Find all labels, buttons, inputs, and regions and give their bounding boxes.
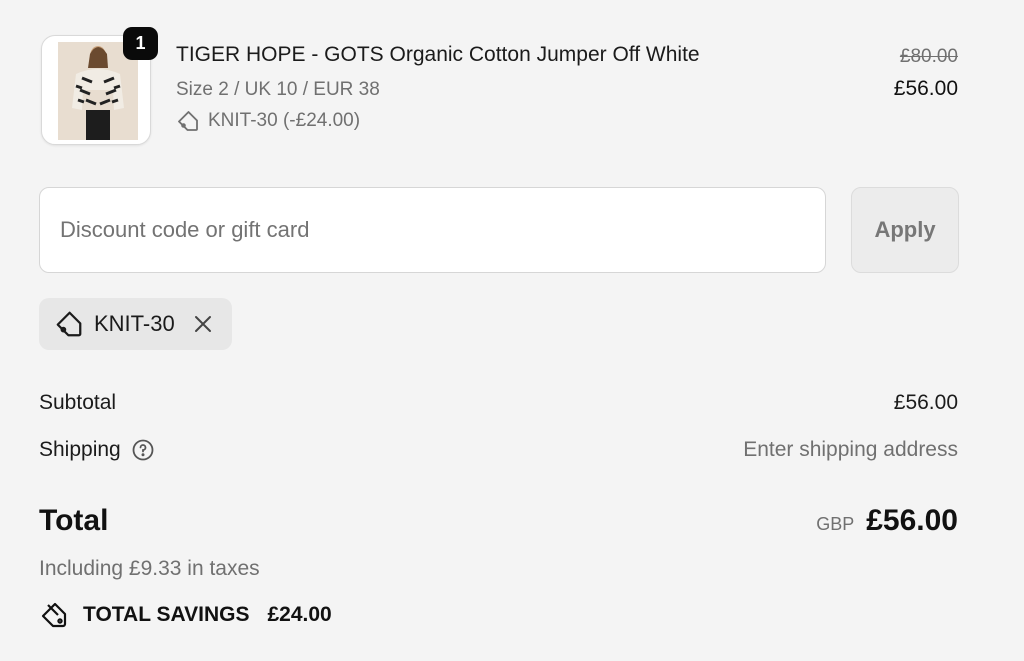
applied-code-label: KNIT-30 [94, 311, 175, 336]
total-label: Total [39, 504, 109, 537]
shipping-value: Enter shipping address [743, 438, 958, 461]
total-savings: TOTAL SAVINGS £24.00 [39, 600, 332, 630]
quantity-badge: 1 [123, 27, 158, 60]
discount-code-input[interactable] [39, 187, 826, 273]
tag-icon [178, 111, 198, 131]
help-circle-icon[interactable] [131, 438, 155, 462]
shipping-label-text: Shipping [39, 438, 121, 461]
applied-code-chip: KNIT-30 [39, 298, 232, 350]
product-discount: KNIT-30 (-£24.00) [176, 109, 360, 133]
apply-button[interactable]: Apply [851, 187, 959, 273]
savings-value: £24.00 [267, 603, 332, 626]
price-final: £56.00 [893, 77, 958, 100]
product-title: TIGER HOPE - GOTS Organic Cotton Jumper … [176, 43, 700, 66]
total-value: £56.00 [866, 504, 958, 537]
currency-code: GBP [816, 514, 855, 534]
product-variant: Size 2 / UK 10 / EUR 38 [176, 79, 380, 100]
close-icon[interactable] [191, 312, 215, 336]
shipping-label: Shipping [39, 438, 155, 462]
subtotal-label: Subtotal [39, 391, 117, 414]
savings-label: TOTAL SAVINGS [83, 603, 250, 626]
tag-icon [56, 311, 82, 337]
product-discount-label: KNIT-30 (-£24.00) [208, 110, 361, 131]
total-amount: GBP £56.00 [816, 504, 958, 538]
price-original: £80.00 [899, 46, 958, 67]
tag-icon [41, 602, 67, 628]
subtotal-value: £56.00 [893, 391, 958, 414]
tax-note: Including £9.33 in taxes [39, 557, 260, 580]
order-summary: 1 TIGER HOPE - GOTS Organic Cotton Jumpe… [0, 0, 1024, 661]
